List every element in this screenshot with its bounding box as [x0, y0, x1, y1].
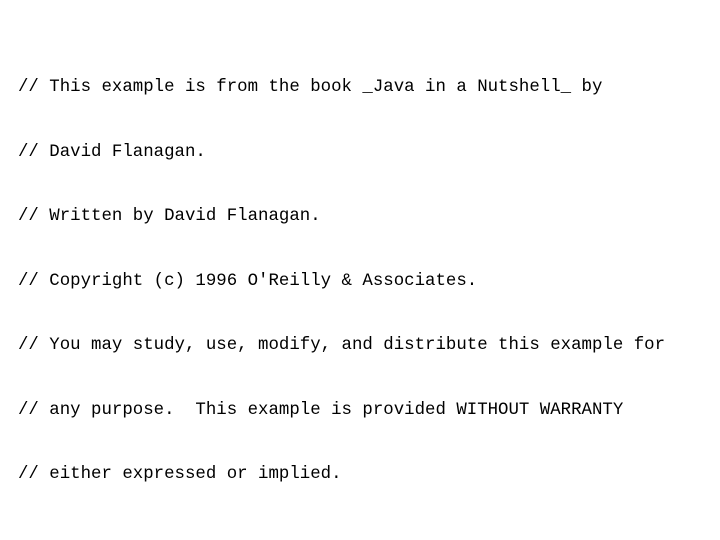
code-line: // This example is from the book _Java i… [18, 78, 603, 97]
code-text-block: // This example is from the book _Java i… [18, 34, 708, 540]
code-line: // any purpose. This example is provided… [18, 400, 624, 420]
code-line: // You may study, use, modify, and distr… [18, 336, 666, 355]
code-line: // either expressed or implied. [18, 465, 342, 484]
code-line: // Written by David Flanagan. [18, 207, 321, 226]
code-listing-page: // This example is from the book _Java i… [0, 0, 720, 540]
code-line: // David Flanagan. [18, 142, 206, 162]
code-line: // Copyright (c) 1996 O'Reilly & Associa… [18, 271, 478, 291]
